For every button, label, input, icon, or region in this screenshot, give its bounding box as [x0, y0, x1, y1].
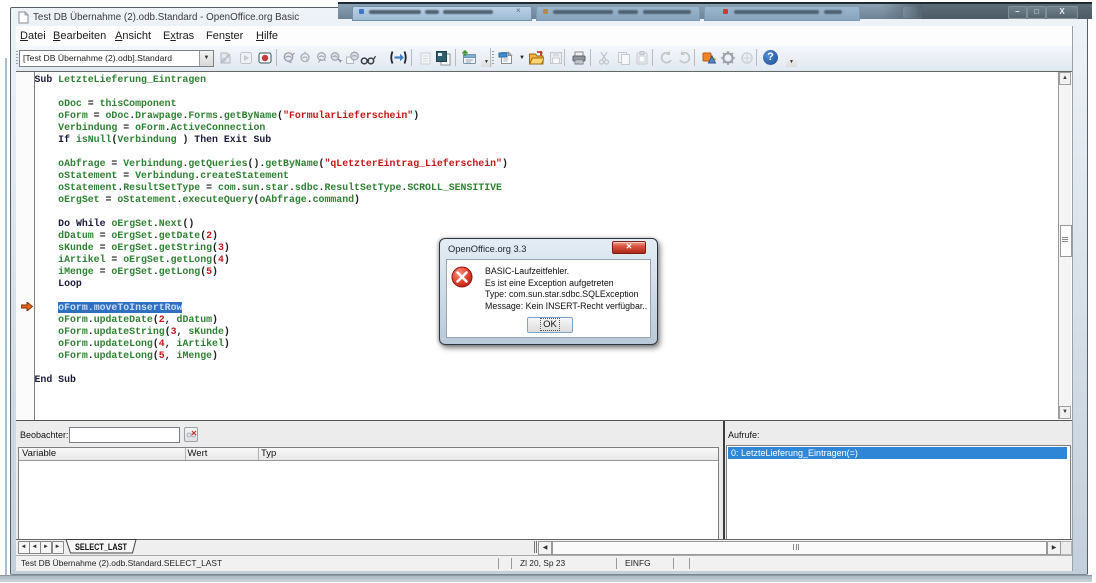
svg-text:SELECT_LAST: SELECT_LAST — [75, 542, 128, 552]
